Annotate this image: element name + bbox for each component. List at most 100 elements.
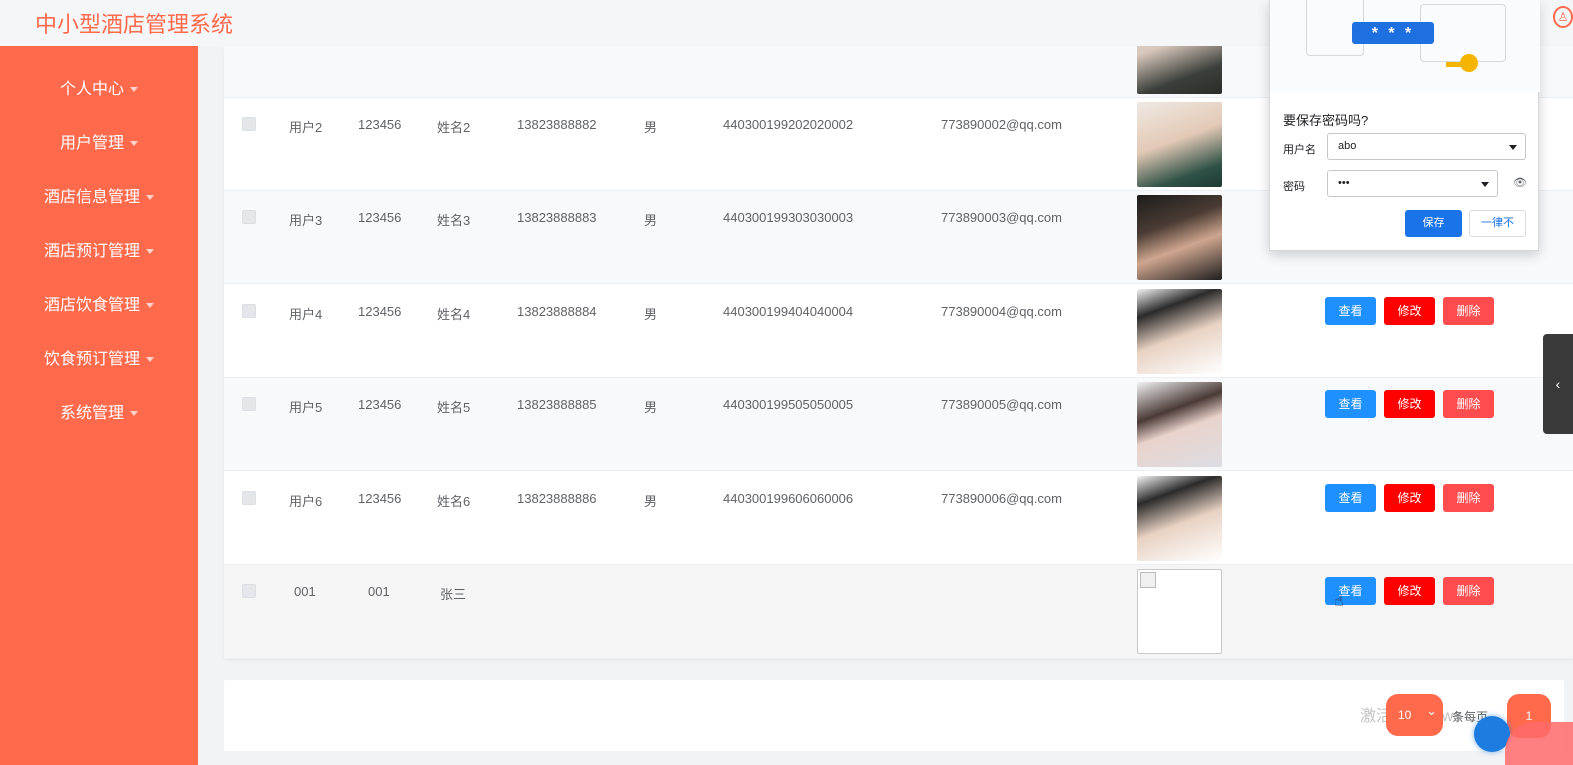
cell-gender: 男: [644, 400, 658, 415]
cell-email: 773890003@qq.com: [941, 210, 1062, 225]
sidebar-item-user-management[interactable]: 用户管理: [0, 129, 198, 159]
view-button[interactable]: 查看: [1325, 390, 1376, 418]
caret-down-icon: [146, 249, 154, 255]
save-password-button[interactable]: 保存: [1405, 210, 1462, 237]
cell-phone: 13823888883: [517, 210, 597, 225]
cell-account: 用户2: [289, 120, 323, 135]
row-checkbox[interactable]: [242, 117, 256, 131]
cell-email: 773890006@qq.com: [941, 491, 1062, 506]
app-title: 中小型酒店管理系统: [35, 12, 234, 37]
cell-account: 用户4: [289, 307, 323, 322]
cell-account: 001: [294, 584, 316, 599]
user-photo: [1137, 382, 1222, 467]
view-button[interactable]: 查看: [1325, 484, 1376, 512]
sidebar-item-label: 酒店预订管理: [43, 243, 140, 260]
cell-email: 773890004@qq.com: [941, 304, 1062, 319]
decorative-blob: [1505, 722, 1573, 765]
cell-name: 姓名6: [437, 494, 471, 509]
cell-account: 用户6: [289, 494, 323, 509]
username-label: 用户名: [1283, 144, 1316, 156]
broken-image-icon: [1137, 569, 1222, 654]
user-photo: [1137, 195, 1222, 280]
edit-button[interactable]: 修改: [1384, 484, 1435, 512]
row-checkbox[interactable]: [242, 304, 256, 318]
cell-name: 姓名2: [437, 120, 471, 135]
sidebar-item-dining-booking[interactable]: 饮食预订管理: [0, 345, 198, 375]
sidebar-item-hotel-dining[interactable]: 酒店饮食管理: [0, 291, 198, 321]
cell-email: 773890005@qq.com: [941, 397, 1062, 412]
cell-id-card: 440300199505050005: [723, 397, 854, 412]
dialog-title: 要保存密码吗?: [1283, 113, 1369, 128]
user-photo: [1137, 102, 1222, 187]
password-illustration: * * *: [1270, 0, 1540, 92]
cell-password: 123456: [358, 491, 402, 506]
edit-button[interactable]: 修改: [1384, 297, 1435, 325]
sidebar-item-hotel-booking[interactable]: 酒店预订管理: [0, 237, 198, 267]
cell-account: 用户3: [289, 213, 323, 228]
password-label: 密码: [1283, 181, 1305, 193]
sidebar-item-personal-center[interactable]: 个人中心: [0, 75, 198, 105]
caret-down-icon: [146, 357, 154, 363]
delete-button[interactable]: 删除: [1443, 577, 1494, 605]
caret-down-icon: [130, 87, 138, 93]
never-save-button[interactable]: 一律不: [1469, 210, 1526, 237]
caret-down-icon: [146, 303, 154, 309]
cell-id-card: 440300199404040004: [723, 304, 854, 319]
user-avatar-icon[interactable]: ♙: [1553, 6, 1573, 28]
cell-id-card: 440300199606060006: [723, 491, 854, 506]
edit-button[interactable]: 修改: [1384, 390, 1435, 418]
cell-phone: 13823888885: [517, 397, 597, 412]
chevron-left-icon: ‹: [1555, 376, 1561, 392]
save-password-dialog: * * * 要保存密码吗? 用户名 abo 密码 ••• 👁 保存 一律不: [1269, 0, 1540, 251]
caret-down-icon: [130, 411, 138, 417]
sidebar-item-label: 酒店信息管理: [43, 189, 140, 206]
caret-down-icon: [130, 141, 138, 147]
cell-phone: 13823888886: [517, 491, 597, 506]
username-select[interactable]: abo: [1327, 133, 1526, 160]
view-button[interactable]: 查看: [1325, 577, 1376, 605]
cell-password: 123456: [358, 117, 402, 132]
sidebar-item-label: 酒店饮食管理: [43, 297, 140, 314]
cell-phone: 13823888882: [517, 117, 597, 132]
sidebar-item-system-management[interactable]: 系统管理: [0, 399, 198, 429]
cell-gender: 男: [644, 494, 658, 509]
sidebar-item-label: 用户管理: [59, 135, 124, 152]
cell-account: 用户5: [289, 400, 323, 415]
cell-password: 123456: [358, 304, 402, 319]
table-row: 用户4 123456 姓名4 13823888884 男 44030019940…: [224, 285, 1573, 378]
cell-email: 773890002@qq.com: [941, 117, 1062, 132]
eye-icon[interactable]: 👁: [1512, 177, 1528, 189]
sidebar-item-label: 系统管理: [59, 405, 124, 422]
edit-button[interactable]: 修改: [1384, 577, 1435, 605]
masked-password-badge: * * *: [1352, 22, 1434, 44]
cell-phone: 13823888884: [517, 304, 597, 319]
sidebar-item-label: 个人中心: [59, 81, 124, 98]
cell-gender: 男: [644, 120, 658, 135]
row-checkbox[interactable]: [242, 584, 256, 598]
cell-gender: 男: [644, 213, 658, 228]
view-button[interactable]: 查看: [1325, 297, 1376, 325]
delete-button[interactable]: 删除: [1443, 484, 1494, 512]
cell-gender: 男: [644, 307, 658, 322]
side-panel-toggle[interactable]: ‹: [1543, 334, 1573, 434]
password-select[interactable]: •••: [1327, 170, 1498, 197]
caret-down-icon: [146, 195, 154, 201]
page-size-select[interactable]: 10: [1386, 690, 1443, 736]
cell-password: 123456: [358, 397, 402, 412]
cell-id-card: 440300199303030003: [723, 210, 854, 225]
delete-button[interactable]: 删除: [1443, 390, 1494, 418]
delete-button[interactable]: 删除: [1443, 297, 1494, 325]
row-checkbox[interactable]: [242, 210, 256, 224]
table-row: 用户5 123456 姓名5 13823888885 男 44030019950…: [224, 378, 1573, 471]
user-photo: [1137, 476, 1222, 561]
cell-name: 姓名3: [437, 213, 471, 228]
cell-id-card: 440300199202020002: [723, 117, 854, 132]
sidebar-item-label: 饮食预订管理: [43, 351, 140, 368]
user-photo: [1137, 289, 1222, 374]
row-checkbox[interactable]: [242, 491, 256, 505]
cell-password: 001: [368, 584, 390, 599]
row-checkbox[interactable]: [242, 397, 256, 411]
cell-name: 张三: [440, 587, 467, 602]
cell-name: 姓名5: [437, 400, 471, 415]
sidebar-item-hotel-info[interactable]: 酒店信息管理: [0, 183, 198, 213]
